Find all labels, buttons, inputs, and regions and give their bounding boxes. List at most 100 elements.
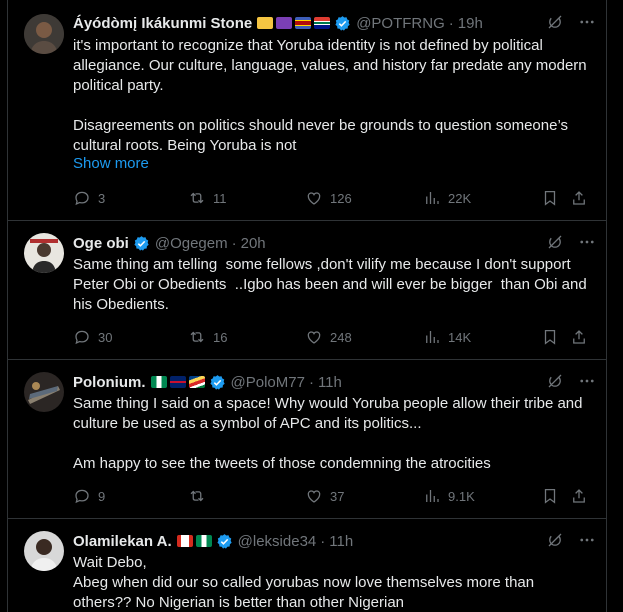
display-name[interactable]: Oge obi <box>73 235 129 252</box>
bookmark-button[interactable] <box>541 487 559 505</box>
share-button[interactable] <box>570 328 588 346</box>
uk-flag <box>169 376 186 388</box>
reply-icon <box>73 487 91 505</box>
timeline-column: Áyódòmį Ikákunmi Stone @POTFRNG · 19h it… <box>7 0 607 612</box>
repost-button[interactable]: 16 <box>188 328 227 346</box>
tweet-header: Oge obi @Ogegem · 20h <box>73 233 596 253</box>
display-name[interactable]: Polonium. <box>73 374 146 391</box>
views-count: 9.1K <box>448 488 475 504</box>
views-button[interactable]: 9.1K <box>423 487 475 505</box>
avatar[interactable] <box>24 531 64 571</box>
views-button[interactable]: 14K <box>423 328 471 346</box>
tweet-text: it's important to recognize that Yoruba … <box>73 37 587 154</box>
bookmark-button[interactable] <box>541 189 559 207</box>
name-emojis <box>176 535 212 547</box>
name-emojis <box>150 376 205 388</box>
repost-count: 11 <box>213 190 227 206</box>
timestamp[interactable]: 11h <box>318 374 342 391</box>
views-icon <box>423 189 441 207</box>
timestamp[interactable]: 11h <box>329 533 353 550</box>
tweet-text: Same thing I said on a space! Why would … <box>73 395 583 472</box>
views-icon <box>423 328 441 346</box>
canada-flag <box>176 535 193 547</box>
bookmark-icon <box>541 487 559 505</box>
tweet[interactable]: Polonium. @PoloM77 · 11h Same thing I sa… <box>8 360 606 519</box>
like-icon <box>305 328 323 346</box>
more-icon[interactable] <box>578 233 596 251</box>
share-button[interactable] <box>570 487 588 505</box>
repost-button[interactable] <box>188 487 213 505</box>
tweet-actions: 9 37 9.1K <box>73 486 596 506</box>
separator-dot: · <box>231 234 237 252</box>
grok-icon[interactable] <box>546 531 564 549</box>
like-button[interactable]: 126 <box>305 189 352 207</box>
grok-icon[interactable] <box>546 13 564 31</box>
handle[interactable]: @POTFRNG <box>356 15 445 32</box>
avatar[interactable] <box>24 372 64 412</box>
tweet-text: Wait Debo, Abeg when did our so called y… <box>73 554 535 611</box>
eswatini-flag <box>295 17 312 29</box>
handle[interactable]: @PoloM77 <box>231 374 305 391</box>
bookmark-button[interactable] <box>541 328 559 346</box>
reply-button[interactable]: 9 <box>73 487 105 505</box>
show-more-link[interactable]: Show more <box>73 155 149 172</box>
repost-icon <box>188 328 206 346</box>
share-icon <box>570 328 588 346</box>
views-count: 14K <box>448 329 472 345</box>
reply-button[interactable]: 30 <box>73 328 112 346</box>
timestamp[interactable]: 20h <box>241 235 266 252</box>
more-icon[interactable] <box>578 13 596 31</box>
like-icon <box>305 189 323 207</box>
nigeria-flag <box>195 535 212 547</box>
display-name[interactable]: Áyódòmį Ikákunmi Stone <box>73 15 252 32</box>
avatar[interactable] <box>24 233 64 273</box>
like-count: 248 <box>330 329 352 345</box>
separator-dot: · <box>308 373 314 391</box>
views-count: 22K <box>448 190 472 206</box>
verified-badge-icon <box>133 235 150 252</box>
name-emojis <box>257 17 331 29</box>
repost-icon <box>188 487 206 505</box>
bookmark-icon <box>541 328 559 346</box>
reply-count: 9 <box>98 488 106 504</box>
like-count: 126 <box>330 190 352 206</box>
share-icon <box>570 189 588 207</box>
repost-count: 16 <box>213 329 228 345</box>
reply-count: 3 <box>98 190 106 206</box>
header-actions <box>546 372 596 390</box>
header-actions <box>546 13 596 31</box>
person-emoji <box>257 17 274 29</box>
grok-icon[interactable] <box>546 372 564 390</box>
tweet-header: Polonium. @PoloM77 · 11h <box>73 372 596 392</box>
tweet-actions: 3 11 126 22K <box>73 188 596 208</box>
views-icon <box>423 487 441 505</box>
handle[interactable]: @lekside34 <box>238 533 317 550</box>
like-button[interactable]: 37 <box>305 487 344 505</box>
tweet[interactable]: Oge obi @Ogegem · 20h Same thing am tell… <box>8 221 606 360</box>
reply-button[interactable]: 3 <box>73 189 105 207</box>
tweet[interactable]: Áyódòmį Ikákunmi Stone @POTFRNG · 19h it… <box>8 0 606 221</box>
more-icon[interactable] <box>578 372 596 390</box>
handle[interactable]: @Ogegem <box>155 235 228 252</box>
separator-dot: · <box>448 14 454 32</box>
avatar[interactable] <box>24 14 64 54</box>
display-name[interactable]: Olamilekan A. <box>73 533 172 550</box>
more-icon[interactable] <box>578 531 596 549</box>
share-button[interactable] <box>570 189 588 207</box>
repost-button[interactable]: 11 <box>188 189 227 207</box>
tweet-text: Same thing am telling some fellows ,don'… <box>73 256 591 313</box>
tweet[interactable]: Olamilekan A. @lekside34 · 11h Wait Debo… <box>8 519 606 612</box>
timestamp[interactable]: 19h <box>458 15 483 32</box>
tweet-header: Áyódòmį Ikákunmi Stone @POTFRNG · 19h <box>73 13 596 33</box>
reply-icon <box>73 328 91 346</box>
like-count: 37 <box>330 488 345 504</box>
reply-icon <box>73 189 91 207</box>
header-actions <box>546 233 596 251</box>
grok-icon[interactable] <box>546 233 564 251</box>
share-icon <box>570 487 588 505</box>
like-button[interactable]: 248 <box>305 328 352 346</box>
verified-badge-icon <box>209 374 226 391</box>
tweet-actions: 30 16 248 14K <box>73 327 596 347</box>
alien-emoji <box>276 17 293 29</box>
views-button[interactable]: 22K <box>423 189 471 207</box>
